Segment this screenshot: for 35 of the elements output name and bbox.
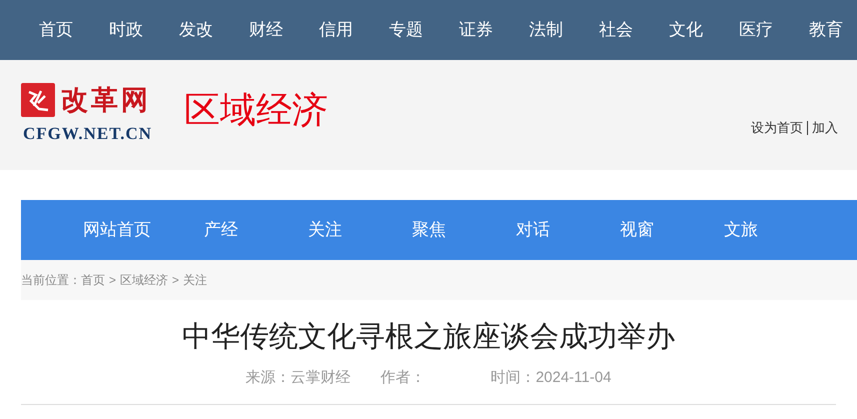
top-nav-link[interactable]: 专题	[371, 17, 441, 43]
top-nav-link[interactable]: 信用	[301, 17, 371, 43]
channel-nav-link[interactable]: 网站首页	[65, 217, 169, 243]
article-author: 作者：	[380, 368, 427, 388]
top-nav-link[interactable]: 文化	[651, 17, 721, 43]
channel-nav-link[interactable]: 聚焦	[377, 217, 481, 243]
channel-nav-link[interactable]: 视窗	[585, 217, 689, 243]
top-nav-link[interactable]: 医疗	[721, 17, 791, 43]
breadcrumb-link[interactable]: 区域经济	[120, 271, 168, 289]
top-nav-link[interactable]: 证券	[441, 17, 511, 43]
top-nav-link[interactable]: 社会	[581, 17, 651, 43]
top-nav-link[interactable]: 法制	[511, 17, 581, 43]
channel-nav-link[interactable]: 文旅	[689, 217, 793, 243]
logo-domain: CFGW.NET.CN	[23, 123, 152, 146]
top-nav-link[interactable]: 教育	[791, 17, 857, 43]
header-link[interactable]: 设为首页	[751, 118, 803, 138]
article-source: 来源：云掌财经	[246, 368, 351, 388]
logo-icon	[21, 83, 55, 118]
logo-name: 改革网	[61, 86, 151, 114]
breadcrumb-separator: >	[172, 272, 180, 289]
article-title: 中华传统文化寻根之旅座谈会成功举办	[182, 320, 675, 355]
breadcrumb-link[interactable]: 关注	[183, 271, 208, 289]
channel-nav-link[interactable]: 关注	[273, 217, 377, 243]
section-title: 区域经济	[184, 88, 328, 132]
channel-nav-link[interactable]: 产经	[169, 217, 273, 243]
article-time: 时间：2024-11-04	[490, 368, 612, 388]
breadcrumb-label: 当前位置：	[21, 272, 81, 289]
top-nav-link[interactable]: 时政	[91, 17, 161, 43]
breadcrumb-separator: >	[109, 272, 116, 289]
top-nav-link[interactable]: 首页	[21, 17, 91, 43]
top-nav-link[interactable]: 财经	[231, 17, 301, 43]
breadcrumb-link[interactable]: 首页	[81, 271, 105, 289]
top-nav-link[interactable]: 发改	[161, 17, 231, 43]
channel-nav-link[interactable]: 对话	[481, 217, 585, 243]
header-link[interactable]: 加入	[812, 118, 838, 138]
